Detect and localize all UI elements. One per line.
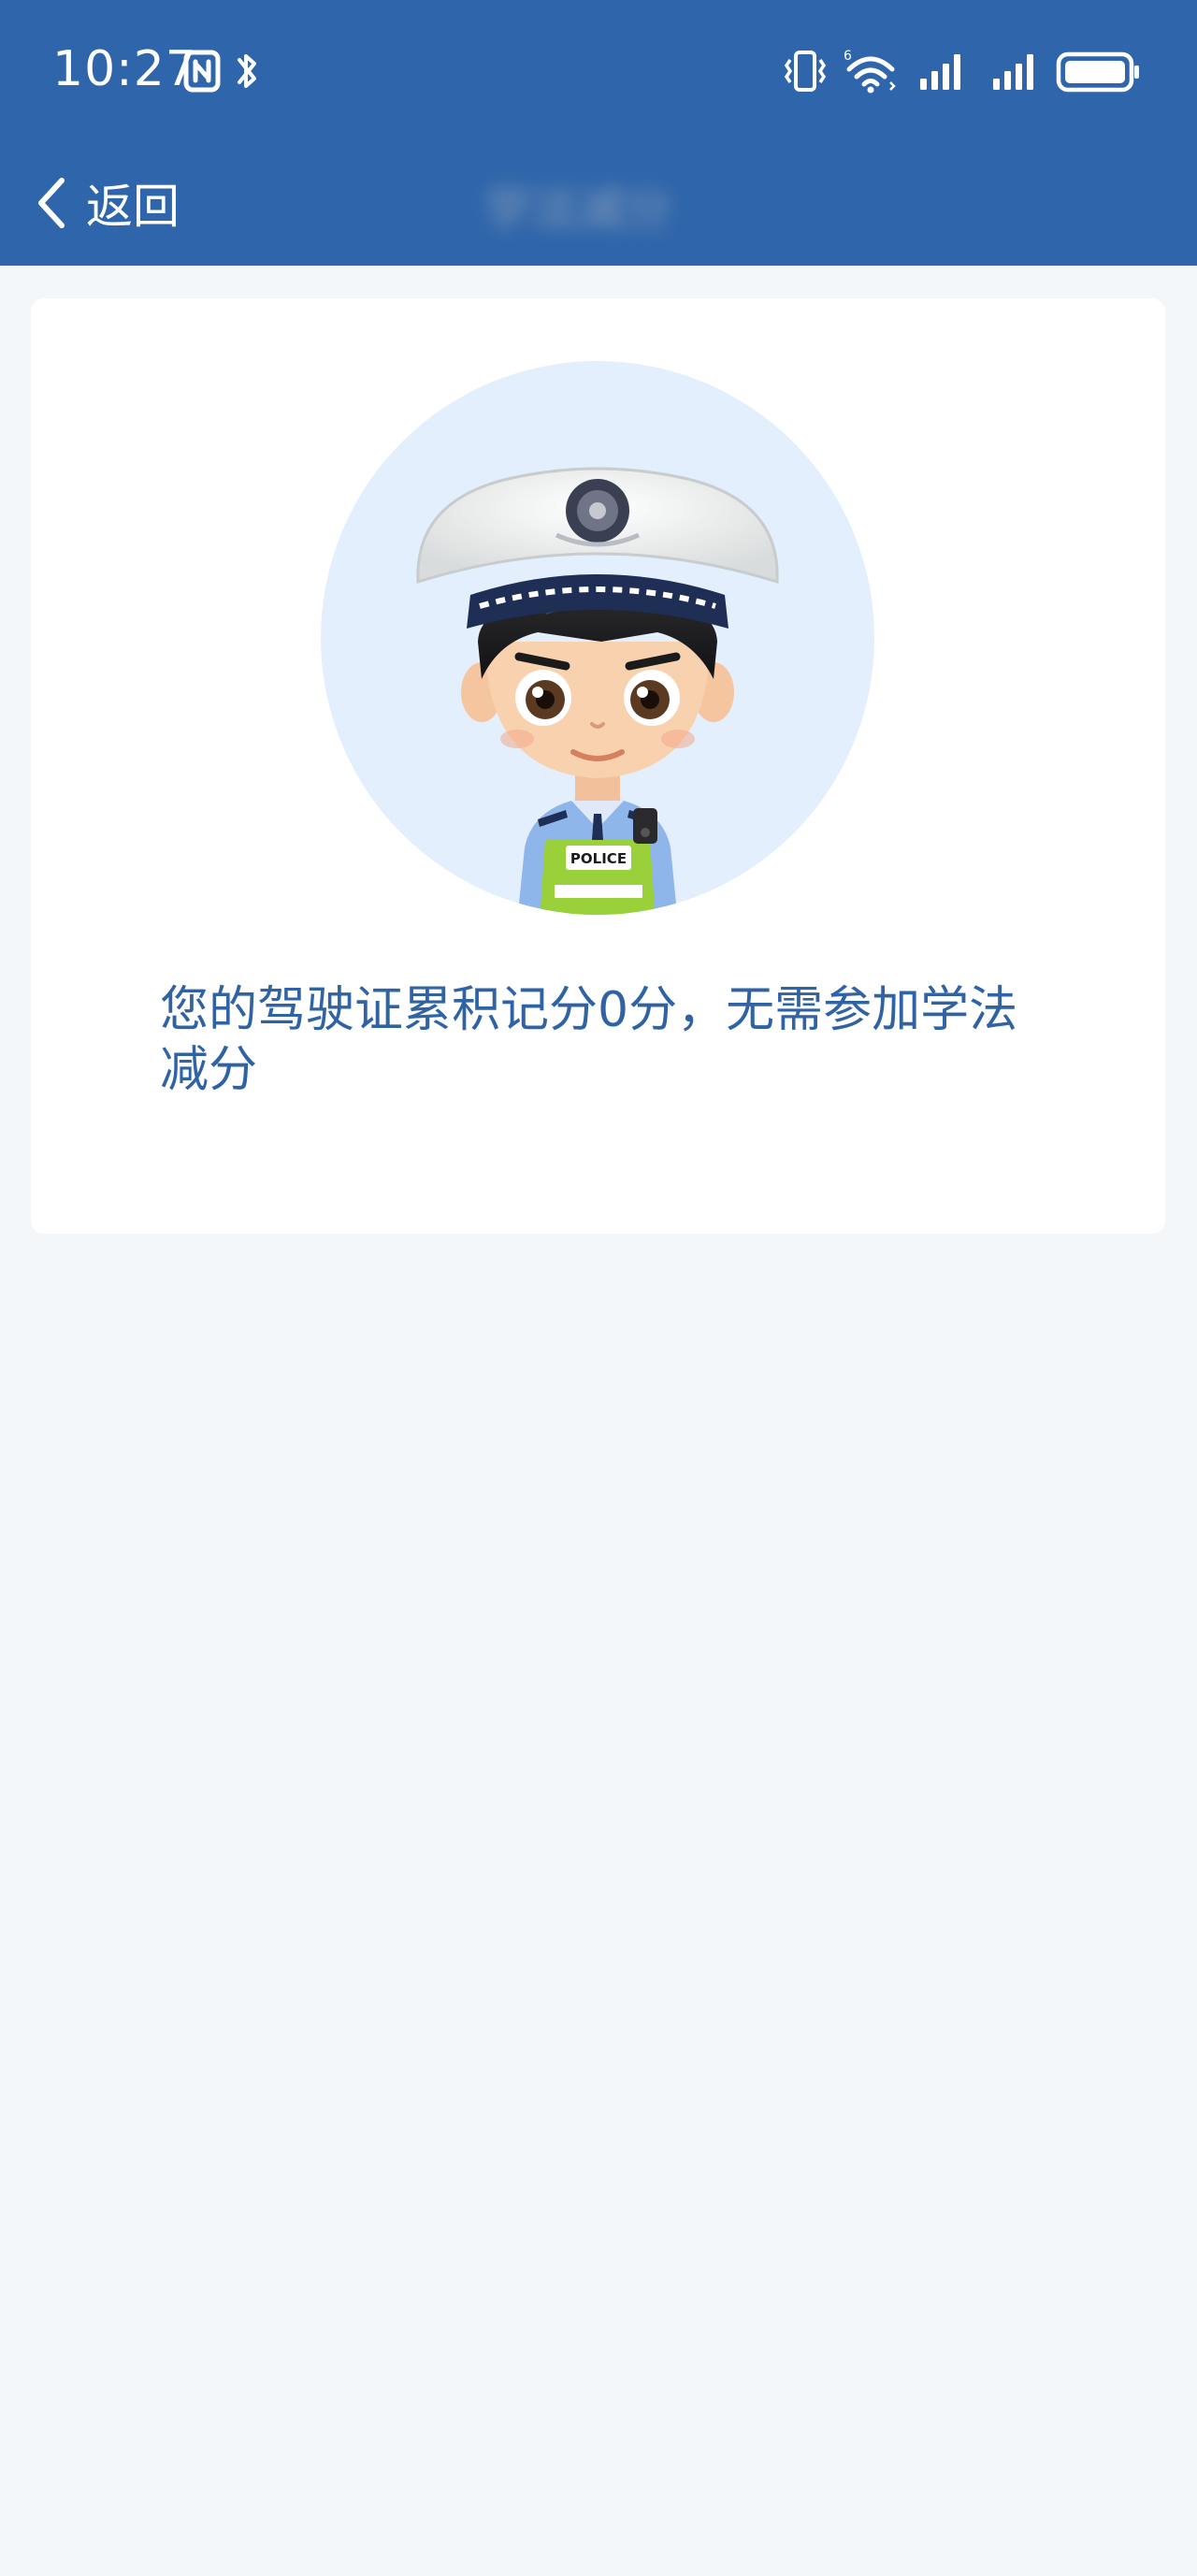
page-title: 学法减分 bbox=[484, 182, 671, 237]
result-message: 您的驾驶证累积记分0分，无需参加学法减分 bbox=[160, 982, 1018, 1098]
vibrate-icon bbox=[784, 51, 827, 92]
signal-icon bbox=[920, 54, 960, 90]
svg-text:6: 6 bbox=[844, 49, 852, 64]
police-badge-text: POLICE bbox=[570, 850, 627, 867]
chevron-left-icon bbox=[38, 178, 65, 228]
wifi-icon: 6 bbox=[844, 49, 896, 94]
police-avatar: POLICE bbox=[321, 361, 874, 915]
status-bar: 10:27 6 bbox=[0, 0, 1197, 140]
nfc-icon bbox=[183, 50, 221, 93]
bluetooth-icon bbox=[238, 54, 256, 88]
back-button[interactable]: 返回 bbox=[32, 161, 180, 245]
battery-icon bbox=[1056, 51, 1139, 93]
navigation-bar: 返回 学法减分 bbox=[0, 140, 1197, 266]
status-time: 10:27 bbox=[52, 41, 197, 97]
signal-icon-2 bbox=[993, 54, 1033, 90]
result-card: POLICE 您的驾驶证累积记分0分，无需参加学法减分 bbox=[31, 298, 1165, 1234]
app-header: 10:27 6 返回 学法减分 bbox=[0, 0, 1197, 266]
back-label: 返回 bbox=[86, 180, 180, 234]
